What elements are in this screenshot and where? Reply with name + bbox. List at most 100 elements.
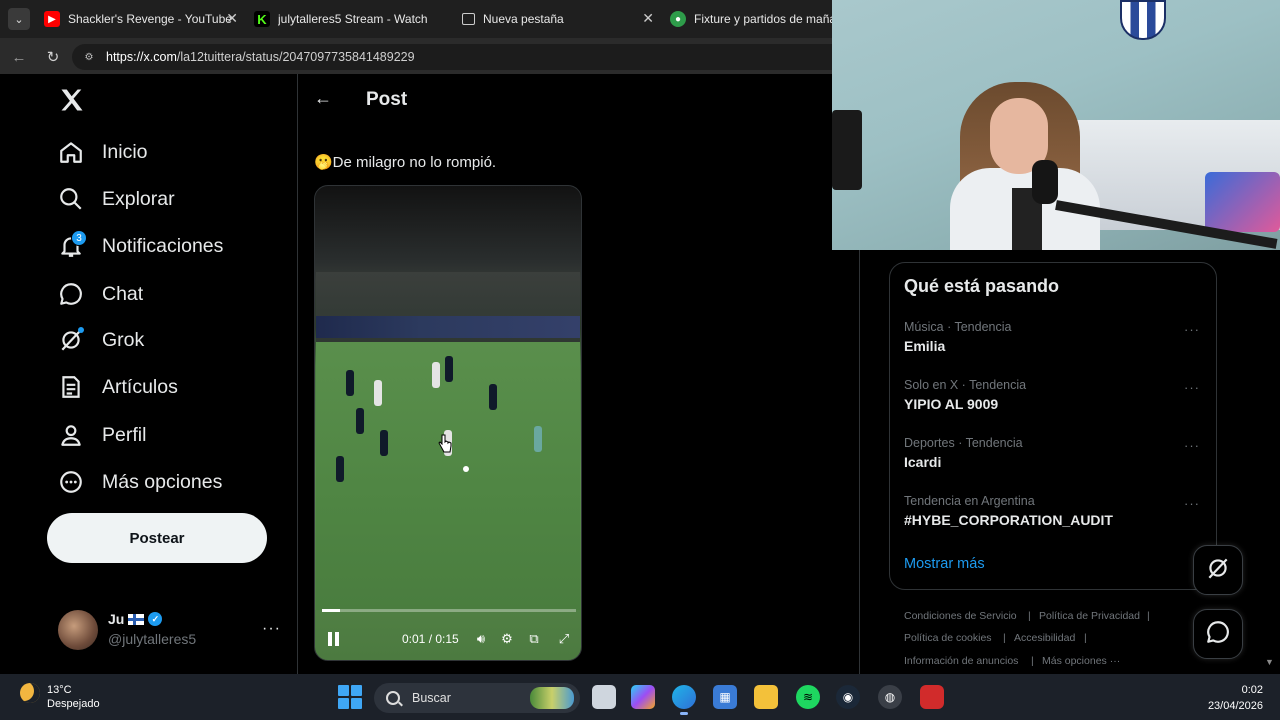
sidebar-item-label: Perfil [102, 423, 147, 446]
back-arrow-icon[interactable]: ← [314, 88, 334, 110]
sidebar-item-perfil[interactable]: Perfil [56, 415, 146, 455]
url-host: https://x.com [106, 50, 177, 64]
scroll-down-icon[interactable]: ▼ [1265, 657, 1274, 667]
footer-link[interactable]: Más opciones ··· [1042, 655, 1120, 667]
task-view-icon[interactable] [592, 685, 616, 709]
sidebar-item-inicio[interactable]: Inicio [56, 132, 148, 172]
youtube-icon: ▶ [44, 11, 60, 27]
file-explorer-icon[interactable] [754, 685, 778, 709]
grok-icon [56, 325, 86, 355]
app-red-icon[interactable] [920, 685, 944, 709]
video-player-figure [489, 384, 497, 410]
footer-link[interactable]: Política de Privacidad [1039, 610, 1140, 622]
tab-kick[interactable]: K julytalleres5 Stream - Watch Liv [254, 4, 454, 34]
trend-name[interactable]: Icardi [904, 454, 941, 470]
windows-start-icon[interactable] [338, 685, 362, 709]
tab-title: Shackler's Revenge - YouTube [68, 12, 232, 26]
url-path: /la12tuittera/status/2047097735841489229 [176, 50, 415, 64]
sidebar-item-label: Notificaciones [102, 234, 224, 257]
account-handle: @julytalleres5 [108, 631, 197, 647]
more-circle-icon [56, 467, 86, 497]
sidebar-item-chat[interactable]: Chat [56, 274, 143, 314]
globe-icon: ● [670, 11, 686, 27]
grok-icon [1205, 555, 1231, 586]
obs-icon[interactable]: ◍ [878, 685, 902, 709]
trend-name[interactable]: #HYBE_CORPORATION_AUDIT [904, 512, 1113, 528]
microphone-icon [1032, 160, 1058, 204]
x-logo-icon[interactable] [58, 86, 86, 114]
search-highlight-icon [530, 687, 574, 709]
sidebar-item-explorar[interactable]: Explorar [56, 179, 175, 219]
footer-separator: | [1028, 610, 1031, 622]
volume-icon[interactable]: 🔊︎ [473, 631, 489, 647]
trend-meta: Solo en X · Tendencia [904, 378, 1027, 392]
sidebar-item-grok[interactable]: Grok [56, 320, 144, 360]
reload-icon[interactable]: ↻ [42, 46, 64, 68]
tab-new-tab[interactable]: Nueva pestaña ✕ [462, 4, 658, 34]
footer-link[interactable]: Accesibilidad [1014, 632, 1075, 644]
weather-temp: 13°C [47, 684, 72, 696]
bell-icon: 3 [56, 230, 87, 261]
chat-fab-button[interactable] [1193, 609, 1243, 659]
tab-search-icon[interactable]: ⌄ [8, 8, 30, 30]
weather-widget[interactable] [20, 683, 48, 703]
taskbar-date[interactable]: 23/04/2026 [1200, 700, 1263, 712]
trend-more-icon[interactable]: ··· [1184, 438, 1200, 453]
taskbar-time[interactable]: 0:02 [1230, 684, 1263, 696]
footer-link[interactable]: Información de anuncios [904, 655, 1018, 667]
spotify-icon[interactable]: ≋ [796, 685, 820, 709]
post-button[interactable]: Postear [47, 513, 267, 563]
avatar[interactable] [58, 610, 98, 650]
sidebar-item-label: Inicio [102, 140, 148, 163]
page-title: Post [366, 89, 408, 110]
video-ball [463, 466, 469, 472]
tab-fixture[interactable]: ● Fixture y partidos de mañana [670, 4, 832, 34]
settings-gear-icon[interactable]: ⚙ [499, 631, 515, 647]
search-icon [386, 691, 400, 705]
close-icon[interactable]: ✕ [642, 10, 654, 27]
sidebar-item-notificaciones[interactable]: 3 Notificaciones [56, 226, 223, 266]
finland-flag-icon [128, 613, 145, 625]
copilot-icon[interactable] [631, 685, 655, 709]
pause-icon[interactable] [327, 632, 341, 646]
chat-icon [1205, 619, 1231, 650]
fullscreen-icon[interactable]: ⤢ [556, 631, 572, 647]
profile-icon [56, 420, 86, 450]
back-icon[interactable]: ← [8, 46, 30, 68]
footer-separator: | [1031, 655, 1034, 667]
tab-youtube[interactable]: ▶ Shackler's Revenge - YouTube ✕ [44, 4, 242, 34]
club-crest-icon [1120, 0, 1166, 40]
trend-more-icon[interactable]: ··· [1184, 322, 1200, 337]
search-icon [56, 184, 86, 214]
video-progress-track[interactable] [322, 609, 576, 612]
edge-icon[interactable] [672, 685, 696, 715]
sidebar-item-articulos[interactable]: Artículos [56, 367, 178, 407]
account-more-icon[interactable]: ··· [262, 620, 281, 638]
close-icon[interactable]: ✕ [226, 10, 238, 27]
video-player-figure [374, 380, 382, 406]
home-icon [56, 137, 86, 167]
picture-in-picture-icon[interactable]: ⧉ [526, 631, 542, 647]
video-player-figure [445, 356, 453, 382]
webcam-bag [1205, 172, 1280, 232]
trend-name[interactable]: Emilia [904, 338, 945, 354]
account-name[interactable]: Ju ✓ [108, 611, 163, 627]
sidebar-item-label: Más opciones [102, 470, 223, 493]
video-player-figure [346, 370, 354, 396]
trend-more-icon[interactable]: ··· [1184, 380, 1200, 395]
trend-more-icon[interactable]: ··· [1184, 496, 1200, 511]
tab-title: Fixture y partidos de mañana [694, 12, 832, 26]
trend-name[interactable]: YIPIO AL 9009 [904, 396, 998, 412]
steam-icon[interactable]: ◉ [836, 685, 860, 709]
post-text: 🫢De milagro no lo rompió. [314, 154, 497, 171]
footer-link[interactable]: Condiciones de Servicio [904, 610, 1017, 622]
sidebar-item-mas-opciones[interactable]: Más opciones [56, 462, 222, 502]
store-icon[interactable]: ▦ [713, 685, 737, 709]
site-info-icon[interactable]: ⚙ [82, 50, 96, 64]
footer-link[interactable]: Política de cookies [904, 632, 992, 644]
show-more-link[interactable]: Mostrar más [904, 556, 985, 572]
url-bar[interactable]: ⚙ https://x.com/la12tuittera/status/2047… [72, 44, 892, 70]
taskbar-search[interactable]: Buscar [374, 683, 580, 713]
grok-fab-button[interactable] [1193, 545, 1243, 595]
trends-title: Qué está pasando [904, 276, 1060, 296]
